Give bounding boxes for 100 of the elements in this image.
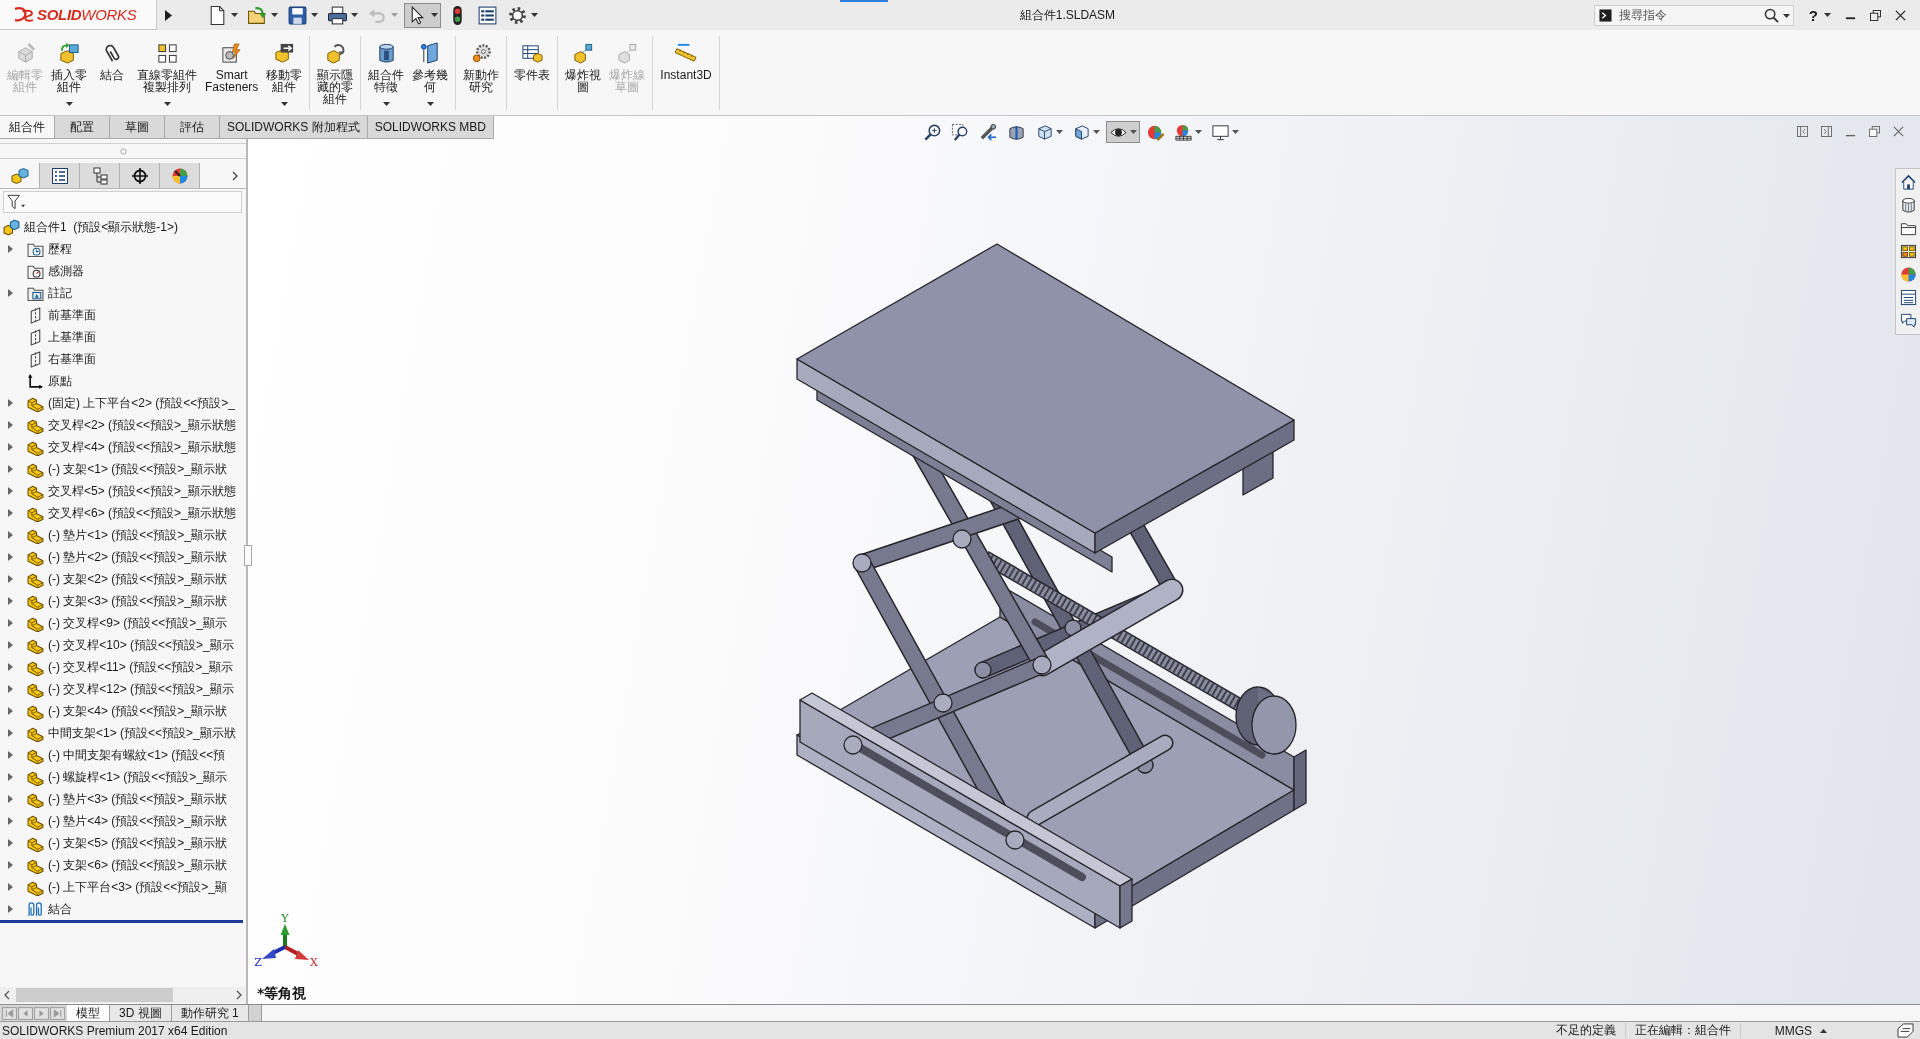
select-button[interactable] [404, 2, 441, 28]
panel-tab[interactable] [40, 163, 80, 188]
close-icon[interactable] [1895, 9, 1906, 21]
tree-item[interactable]: (-) 交叉桿<12> (預設<<預設>_顯示 [48, 680, 234, 698]
expand-arrow-icon[interactable] [8, 421, 13, 429]
tree-item[interactable]: (-) 支架<2> (預設<<預設>_顯示狀 [48, 570, 228, 588]
tag-icon[interactable] [1897, 1023, 1914, 1038]
ribbon-tab[interactable]: SOLIDWORKS MBD [367, 116, 495, 139]
scrollbar-thumb[interactable] [16, 988, 173, 1002]
caret-icon[interactable] [1782, 13, 1790, 18]
tree-item[interactable]: 右基準面 [48, 350, 96, 368]
grip-handle-icon[interactable] [119, 147, 127, 155]
view-tab[interactable]: 模型 [67, 1005, 110, 1021]
home-icon[interactable] [1899, 174, 1917, 191]
expand-arrow-icon[interactable] [8, 597, 13, 605]
ribbon-button[interactable]: 參考幾 何 [408, 30, 453, 114]
tree-item[interactable]: (-) 中間支架有螺紋<1> (預設<<預 [48, 746, 226, 764]
tile-left-icon[interactable] [1797, 126, 1808, 137]
tree-item[interactable]: 感測器 [48, 262, 84, 280]
restore-icon[interactable] [1870, 9, 1881, 21]
expand-arrow-icon[interactable] [8, 553, 13, 561]
tree-item[interactable]: 原點 [48, 372, 72, 390]
tree-item[interactable]: 前基準面 [48, 306, 96, 324]
expand-arrow-icon[interactable] [8, 773, 13, 781]
tree-item[interactable]: (-) 墊片<4> (預設<<預設>_顯示狀 [48, 812, 228, 830]
ribbon-button[interactable]: 顯示隱 藏的零 組件 [313, 30, 358, 114]
tree-item[interactable]: 交叉桿<6> (預設<<預設>_顯示狀態 [48, 504, 236, 522]
view-tab[interactable]: 3D 視圖 [110, 1005, 172, 1021]
speech-bubbles-icon[interactable] [1899, 312, 1917, 329]
tree-item[interactable]: (-) 交叉桿<9> (預設<<預設>_顯示 [48, 614, 228, 632]
expand-arrow-icon[interactable] [8, 839, 13, 847]
expand-arrow-icon[interactable] [8, 905, 13, 913]
tree-item[interactable]: (-) 螺旋桿<1> (預設<<預設>_顯示 [48, 768, 228, 786]
tree-item[interactable]: (-) 交叉桿<10> (預設<<預設>_顯示 [48, 636, 234, 654]
tree-item[interactable]: 交叉桿<4> (預設<<預設>_顯示狀態 [48, 438, 236, 456]
expand-arrow-icon[interactable] [8, 619, 13, 627]
menu-arrow-icon[interactable] [165, 9, 172, 21]
ribbon-button[interactable]: Smart Fasteners [201, 30, 263, 114]
ribbon-tab[interactable]: 評估 [165, 116, 220, 139]
expand-arrow-icon[interactable] [8, 289, 13, 297]
tree-item[interactable]: (-) 支架<6> (預設<<預設>_顯示狀 [48, 856, 228, 874]
caret-up-icon[interactable] [1820, 1028, 1827, 1033]
tree-item[interactable]: 歷程 [48, 240, 72, 258]
view-tool-button[interactable] [1106, 121, 1140, 143]
tree-item[interactable]: 交叉桿<2> (預設<<預設>_顯示狀態 [48, 416, 236, 434]
expand-arrow-icon[interactable] [8, 861, 13, 869]
tile-right-icon[interactable] [1821, 126, 1832, 137]
ribbon-button[interactable]: Instant3D [656, 30, 716, 114]
expand-arrow-icon[interactable] [8, 751, 13, 759]
expand-arrow-icon[interactable] [8, 663, 13, 671]
tree-item[interactable]: (-) 上下平台<3> (預設<<預設>_顯 [48, 878, 228, 896]
expand-arrow-icon[interactable] [8, 399, 13, 407]
expand-arrow-icon[interactable] [8, 707, 13, 715]
chevron-right-icon[interactable] [232, 170, 238, 181]
tree-item[interactable]: (-) 墊片<2> (預設<<預設>_顯示狀 [48, 548, 228, 566]
ribbon-tab[interactable]: 草圖 [110, 116, 165, 139]
splitter-handle[interactable] [244, 545, 252, 566]
scroll-right-icon[interactable] [236, 990, 242, 1000]
ribbon-button[interactable]: 組合件 特徵 [364, 30, 409, 114]
folder-icon[interactable] [1899, 220, 1917, 237]
tree-item[interactable]: 結合 [48, 900, 72, 918]
ribbon-button[interactable]: 零件表 [510, 30, 555, 114]
ribbon-button[interactable]: 新動作 研究 [459, 30, 504, 114]
expand-arrow-icon[interactable] [8, 531, 13, 539]
expand-arrow-icon[interactable] [8, 641, 13, 649]
expand-arrow-icon[interactable] [8, 575, 13, 583]
tree-item[interactable]: 組合件1 (預設<顯示狀態-1>) [24, 218, 179, 236]
ribbon-tab[interactable]: 配置 [55, 116, 110, 139]
ribbon-button[interactable]: 爆炸視 圖 [561, 30, 606, 114]
tree-item[interactable]: 上基準面 [48, 328, 96, 346]
expand-arrow-icon[interactable] [8, 245, 13, 253]
view-tab[interactable]: 動作研究 1 [171, 1005, 249, 1021]
cylinder-icon[interactable] [1899, 197, 1917, 214]
tree-item[interactable]: (-) 支架<1> (預設<<預設>_顯示狀 [48, 460, 228, 478]
tree-item[interactable]: (-) 支架<4> (預設<<預設>_顯示狀 [48, 702, 228, 720]
search-icon[interactable] [1763, 7, 1779, 23]
ribbon-tab[interactable]: 組合件 [0, 116, 55, 139]
filter-field[interactable] [3, 191, 242, 213]
expand-arrow-icon[interactable] [8, 795, 13, 803]
ribbon-button[interactable]: 移動零 組件 [262, 30, 307, 114]
scroll-left-icon[interactable] [4, 990, 10, 1000]
list-icon[interactable] [1899, 289, 1917, 306]
units-button[interactable]: MMGS [1774, 1023, 1812, 1038]
tree-item[interactable]: (-) 支架<5> (預設<<預設>_顯示狀 [48, 834, 228, 852]
expand-arrow-icon[interactable] [8, 509, 13, 517]
tree-item[interactable]: 交叉桿<5> (預設<<預設>_顯示狀態 [48, 482, 236, 500]
tree-item[interactable]: (-) 交叉桿<11> (預設<<預設>_顯示 [48, 658, 233, 676]
expand-arrow-icon[interactable] [8, 729, 13, 737]
tree-item[interactable]: 中間支架<1> (預設<<預設>_顯示狀 [48, 724, 236, 742]
expand-arrow-icon[interactable] [8, 443, 13, 451]
color-ball-icon[interactable] [1899, 266, 1917, 283]
caret-icon[interactable] [1824, 13, 1831, 17]
ribbon-button[interactable]: 插入零 組件 [47, 30, 91, 114]
ribbon-button[interactable]: 結合 [91, 30, 133, 114]
expand-arrow-icon[interactable] [8, 817, 13, 825]
search-field[interactable]: 搜尋指令 [1593, 4, 1794, 26]
tree-item[interactable]: (-) 墊片<1> (預設<<預設>_顯示狀 [48, 526, 228, 544]
expand-arrow-icon[interactable] [8, 685, 13, 693]
expand-arrow-icon[interactable] [8, 883, 13, 891]
view-palette-icon[interactable] [1899, 243, 1917, 260]
